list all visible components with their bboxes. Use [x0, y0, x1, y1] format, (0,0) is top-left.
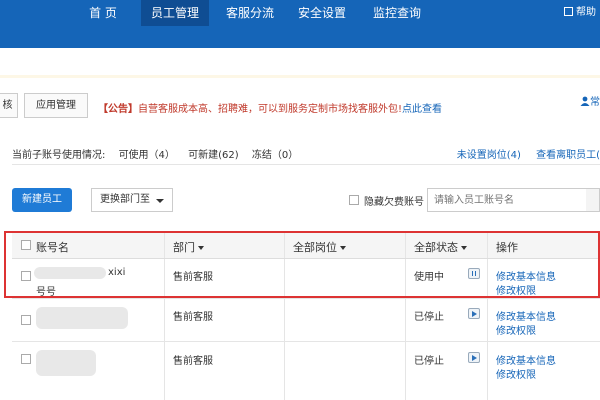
search-input[interactable] — [427, 188, 587, 212]
header-account-label: 账号名 — [36, 241, 69, 254]
status-value: 使用中 — [414, 272, 444, 283]
position-value — [285, 299, 406, 341]
header-account: 账号名 — [12, 232, 165, 258]
view-resigned-link[interactable]: 查看离职员工( — [536, 150, 600, 161]
change-dept-dropdown[interactable]: 更换部门至 — [91, 188, 173, 212]
announcement-tag: 【公告】 — [98, 104, 138, 115]
header-dept-label: 部门 — [173, 241, 195, 254]
header-position-label: 全部岗位 — [293, 241, 337, 254]
caret-down-icon — [198, 246, 204, 250]
select-all-checkbox[interactable] — [21, 240, 31, 250]
header-ops-label: 操作 — [496, 241, 518, 254]
blurred-account-name — [36, 350, 96, 376]
edit-basic-info-link[interactable]: 修改基本信息 — [496, 352, 556, 367]
table-row: xixi 号号 售前客服 使用中 修改基本信息 修改权限 — [12, 259, 600, 299]
pause-icon — [472, 271, 473, 276]
header-ops: 操作 — [488, 232, 600, 258]
play-button[interactable] — [468, 308, 480, 319]
edit-permissions-link[interactable]: 修改权限 — [496, 366, 536, 381]
caret-down-icon — [340, 246, 346, 250]
nav-home[interactable]: 首 页 — [78, 0, 128, 26]
nav-customer-routing[interactable]: 客服分流 — [220, 0, 280, 26]
account-sub: 号号 — [36, 287, 56, 298]
header-status-label: 全部状态 — [414, 241, 458, 254]
strip-divider — [0, 75, 600, 78]
header-dept[interactable]: 部门 — [165, 232, 285, 258]
header-status[interactable]: 全部状态 — [406, 232, 488, 258]
status-value: 已停止 — [414, 312, 444, 323]
edit-permissions-link[interactable]: 修改权限 — [496, 322, 536, 337]
table-header: 账号名 部门 全部岗位 全部状态 操作 — [12, 231, 600, 259]
stats-frozen: 冻结（0） — [251, 150, 299, 161]
caret-down-icon — [156, 199, 164, 203]
dept-value: 售前客服 — [173, 312, 213, 323]
caret-down-icon — [461, 246, 467, 250]
edit-permissions-link[interactable]: 修改权限 — [496, 282, 536, 297]
row-checkbox[interactable] — [21, 271, 31, 281]
help-icon — [564, 7, 573, 16]
new-staff-button[interactable]: 新建员工 — [12, 188, 72, 212]
hide-arrears-label: 隐藏欠费账号 — [364, 197, 424, 208]
announcement-link[interactable]: 点此查看 — [402, 104, 442, 115]
search-icon[interactable] — [586, 188, 600, 212]
row-checkbox[interactable] — [21, 354, 31, 364]
edit-basic-info-link[interactable]: 修改基本信息 — [496, 308, 556, 323]
blurred-account-name — [36, 307, 128, 329]
nav-security-settings[interactable]: 安全设置 — [292, 0, 352, 26]
play-icon — [472, 311, 477, 317]
position-value — [285, 259, 406, 298]
announcement: 【公告】自营客服成本高、招聘难，可以到服务定制市场找客服外包!点此查看 — [98, 100, 442, 115]
dept-value: 售前客服 — [173, 356, 213, 367]
blurred-account-name — [34, 267, 106, 279]
announcement-text: 自营客服成本高、招聘难，可以到服务定制市场找客服外包! — [138, 104, 403, 115]
tab-review[interactable]: 核 — [0, 93, 18, 118]
position-value — [285, 342, 406, 400]
pause-button[interactable] — [468, 268, 480, 279]
nav-staff-management[interactable]: 员工管理 — [141, 0, 209, 26]
notice-strip — [0, 48, 600, 76]
change-dept-label: 更换部门至 — [100, 194, 150, 205]
account-usage-stats: 当前子账号使用情况: 可使用（4） 可新建(62) 冻结（0） — [12, 146, 308, 161]
table-row: 售前客服 已停止 修改基本信息 修改权限 — [12, 299, 600, 342]
table-row: 售前客服 已停止 修改基本信息 修改权限 — [12, 342, 600, 400]
help-label: 帮助 — [576, 7, 596, 18]
stats-new-created: 可新建(62) — [188, 150, 239, 161]
help-link[interactable]: 帮助 — [564, 0, 596, 26]
account-name: xixi — [108, 267, 126, 278]
top-nav: 首 页 员工管理 客服分流 安全设置 监控查询 帮助 — [0, 0, 600, 48]
edit-basic-info-link[interactable]: 修改基本信息 — [496, 268, 556, 283]
user-menu[interactable]: 常 — [580, 93, 600, 108]
stats-label: 当前子账号使用情况: — [12, 150, 106, 161]
header-position[interactable]: 全部岗位 — [285, 232, 406, 258]
stats-in-use: 可使用（4） — [118, 150, 175, 161]
tab-app-management[interactable]: 应用管理 — [24, 93, 88, 118]
sub-nav: 核 应用管理 【公告】自营客服成本高、招聘难，可以到服务定制市场找客服外包!点此… — [0, 88, 600, 124]
nav-monitor-query[interactable]: 监控查询 — [366, 0, 428, 26]
row-checkbox[interactable] — [21, 315, 31, 325]
hide-arrears-checkbox[interactable] — [349, 195, 359, 205]
stats-links: 未设置岗位(4) 查看离职员工( — [445, 146, 600, 161]
unset-position-link[interactable]: 未设置岗位(4) — [457, 150, 521, 161]
play-icon — [472, 355, 477, 361]
status-value: 已停止 — [414, 356, 444, 367]
play-button[interactable] — [468, 352, 480, 363]
divider — [12, 164, 600, 165]
user-icon — [580, 96, 590, 106]
dept-value: 售前客服 — [173, 272, 213, 283]
user-menu-label: 常 — [590, 97, 600, 108]
